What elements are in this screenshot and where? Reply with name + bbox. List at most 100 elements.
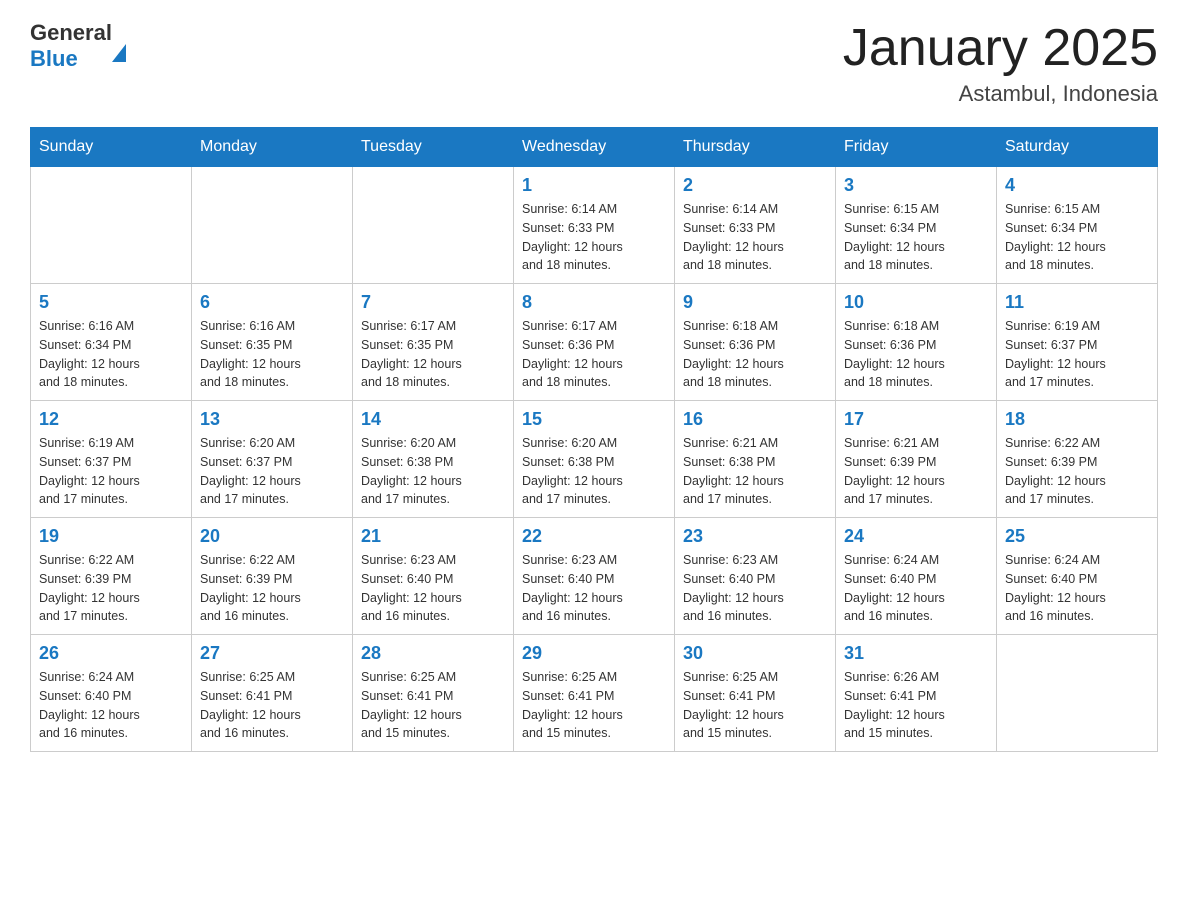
day-info: Sunrise: 6:19 AM Sunset: 6:37 PM Dayligh… [1005, 317, 1149, 392]
calendar-cell [31, 167, 192, 284]
logo-general: General [30, 20, 112, 45]
day-number: 14 [361, 409, 505, 430]
day-info: Sunrise: 6:25 AM Sunset: 6:41 PM Dayligh… [361, 668, 505, 743]
day-info: Sunrise: 6:17 AM Sunset: 6:35 PM Dayligh… [361, 317, 505, 392]
calendar-cell: 14Sunrise: 6:20 AM Sunset: 6:38 PM Dayli… [353, 401, 514, 518]
logo-text: General Blue [30, 20, 126, 72]
day-number: 30 [683, 643, 827, 664]
calendar-cell: 8 Sunrise: 6:17 AM Sunset: 6:36 PM Daylig… [514, 284, 675, 401]
calendar-cell: 7 Sunrise: 6:17 AM Sunset: 6:35 PM Daylig… [353, 284, 514, 401]
day-number: 17 [844, 409, 988, 430]
calendar-cell: 23Sunrise: 6:23 AM Sunset: 6:40 PM Dayli… [675, 518, 836, 635]
day-number: 4 [1005, 175, 1149, 196]
day-number: 27 [200, 643, 344, 664]
day-of-week-thursday: Thursday [675, 128, 836, 167]
day-info: Sunrise: 6:14 AM Sunset: 6:33 PM Dayligh… [683, 200, 827, 275]
day-number: 10 [844, 292, 988, 313]
day-info: Sunrise: 6:23 AM Sunset: 6:40 PM Dayligh… [361, 551, 505, 626]
day-number: 22 [522, 526, 666, 547]
calendar-table: SundayMondayTuesdayWednesdayThursdayFrid… [30, 127, 1158, 752]
calendar-cell: 11 Sunrise: 6:19 AM Sunset: 6:37 PM Dayli… [997, 284, 1158, 401]
day-of-week-monday: Monday [192, 128, 353, 167]
day-info: Sunrise: 6:26 AM Sunset: 6:41 PM Dayligh… [844, 668, 988, 743]
day-number: 8 [522, 292, 666, 313]
day-info: Sunrise: 6:25 AM Sunset: 6:41 PM Dayligh… [522, 668, 666, 743]
day-number: 13 [200, 409, 344, 430]
title-area: January 2025 Astambul, Indonesia [843, 20, 1158, 107]
day-info: Sunrise: 6:17 AM Sunset: 6:36 PM Dayligh… [522, 317, 666, 392]
calendar-cell: 30Sunrise: 6:25 AM Sunset: 6:41 PM Dayli… [675, 635, 836, 752]
calendar-cell: 13 Sunrise: 6:20 AM Sunset: 6:37 PM Dayli… [192, 401, 353, 518]
day-number: 12 [39, 409, 183, 430]
day-number: 21 [361, 526, 505, 547]
calendar-cell: 1Sunrise: 6:14 AM Sunset: 6:33 PM Daylig… [514, 167, 675, 284]
calendar-cell: 31Sunrise: 6:26 AM Sunset: 6:41 PM Dayli… [836, 635, 997, 752]
calendar-cell: 6 Sunrise: 6:16 AM Sunset: 6:35 PM Daylig… [192, 284, 353, 401]
week-row-4: 26 Sunrise: 6:24 AM Sunset: 6:40 PM Dayli… [31, 635, 1158, 752]
calendar-cell: 26 Sunrise: 6:24 AM Sunset: 6:40 PM Dayli… [31, 635, 192, 752]
days-of-week-row: SundayMondayTuesdayWednesdayThursdayFrid… [31, 128, 1158, 167]
calendar-cell: 24Sunrise: 6:24 AM Sunset: 6:40 PM Dayli… [836, 518, 997, 635]
calendar-cell: 29Sunrise: 6:25 AM Sunset: 6:41 PM Dayli… [514, 635, 675, 752]
day-info: Sunrise: 6:15 AM Sunset: 6:34 PM Dayligh… [844, 200, 988, 275]
calendar-cell: 4 Sunrise: 6:15 AM Sunset: 6:34 PM Daylig… [997, 167, 1158, 284]
day-number: 16 [683, 409, 827, 430]
calendar-cell: 18 Sunrise: 6:22 AM Sunset: 6:39 PM Dayli… [997, 401, 1158, 518]
day-number: 28 [361, 643, 505, 664]
day-number: 15 [522, 409, 666, 430]
day-info: Sunrise: 6:15 AM Sunset: 6:34 PM Dayligh… [1005, 200, 1149, 275]
logo: General Blue [30, 20, 126, 72]
day-of-week-friday: Friday [836, 128, 997, 167]
day-info: Sunrise: 6:19 AM Sunset: 6:37 PM Dayligh… [39, 434, 183, 509]
day-info: Sunrise: 6:18 AM Sunset: 6:36 PM Dayligh… [844, 317, 988, 392]
day-info: Sunrise: 6:22 AM Sunset: 6:39 PM Dayligh… [200, 551, 344, 626]
calendar-cell: 10 Sunrise: 6:18 AM Sunset: 6:36 PM Dayli… [836, 284, 997, 401]
day-info: Sunrise: 6:22 AM Sunset: 6:39 PM Dayligh… [1005, 434, 1149, 509]
day-number: 2 [683, 175, 827, 196]
day-of-week-wednesday: Wednesday [514, 128, 675, 167]
day-number: 11 [1005, 292, 1149, 313]
day-number: 20 [200, 526, 344, 547]
calendar-cell [192, 167, 353, 284]
week-row-3: 19 Sunrise: 6:22 AM Sunset: 6:39 PM Dayli… [31, 518, 1158, 635]
calendar-cell: 16Sunrise: 6:21 AM Sunset: 6:38 PM Dayli… [675, 401, 836, 518]
location-subtitle: Astambul, Indonesia [843, 81, 1158, 107]
day-info: Sunrise: 6:16 AM Sunset: 6:34 PM Dayligh… [39, 317, 183, 392]
day-info: Sunrise: 6:20 AM Sunset: 6:37 PM Dayligh… [200, 434, 344, 509]
day-number: 19 [39, 526, 183, 547]
logo-blue: Blue [30, 46, 78, 71]
day-number: 6 [200, 292, 344, 313]
calendar-cell: 22Sunrise: 6:23 AM Sunset: 6:40 PM Dayli… [514, 518, 675, 635]
day-number: 1 [522, 175, 666, 196]
header: General Blue January 2025 Astambul, Indo… [30, 20, 1158, 107]
calendar-cell: 12 Sunrise: 6:19 AM Sunset: 6:37 PM Dayli… [31, 401, 192, 518]
day-number: 5 [39, 292, 183, 313]
day-number: 23 [683, 526, 827, 547]
day-number: 3 [844, 175, 988, 196]
calendar-cell [997, 635, 1158, 752]
calendar-cell: 25Sunrise: 6:24 AM Sunset: 6:40 PM Dayli… [997, 518, 1158, 635]
day-number: 26 [39, 643, 183, 664]
calendar-cell: 3 Sunrise: 6:15 AM Sunset: 6:34 PM Daylig… [836, 167, 997, 284]
week-row-0: 1 Sunrise: 6:14 AM Sunset: 6:33 PM Daylig… [31, 167, 1158, 284]
day-info: Sunrise: 6:21 AM Sunset: 6:39 PM Dayligh… [844, 434, 988, 509]
day-of-week-saturday: Saturday [997, 128, 1158, 167]
calendar-cell: 19Sunrise: 6:22 AM Sunset: 6:39 PM Dayli… [31, 518, 192, 635]
calendar-cell: 5 Sunrise: 6:16 AM Sunset: 6:34 PM Daylig… [31, 284, 192, 401]
calendar-cell: 17 Sunrise: 6:21 AM Sunset: 6:39 PM Dayli… [836, 401, 997, 518]
calendar-header: SundayMondayTuesdayWednesdayThursdayFrid… [31, 128, 1158, 167]
day-number: 25 [1005, 526, 1149, 547]
month-title: January 2025 [843, 20, 1158, 77]
day-number: 18 [1005, 409, 1149, 430]
day-info: Sunrise: 6:25 AM Sunset: 6:41 PM Dayligh… [200, 668, 344, 743]
day-info: Sunrise: 6:20 AM Sunset: 6:38 PM Dayligh… [522, 434, 666, 509]
calendar-body: 1 Sunrise: 6:14 AM Sunset: 6:33 PM Daylig… [31, 167, 1158, 752]
day-of-week-sunday: Sunday [31, 128, 192, 167]
day-info: Sunrise: 6:16 AM Sunset: 6:35 PM Dayligh… [200, 317, 344, 392]
calendar-cell: 15 Sunrise: 6:20 AM Sunset: 6:38 PM Dayli… [514, 401, 675, 518]
day-number: 7 [361, 292, 505, 313]
week-row-1: 5 Sunrise: 6:16 AM Sunset: 6:34 PM Daylig… [31, 284, 1158, 401]
calendar-cell: 9Sunrise: 6:18 AM Sunset: 6:36 PM Daylig… [675, 284, 836, 401]
day-info: Sunrise: 6:24 AM Sunset: 6:40 PM Dayligh… [39, 668, 183, 743]
calendar-cell: 21 Sunrise: 6:23 AM Sunset: 6:40 PM Dayli… [353, 518, 514, 635]
